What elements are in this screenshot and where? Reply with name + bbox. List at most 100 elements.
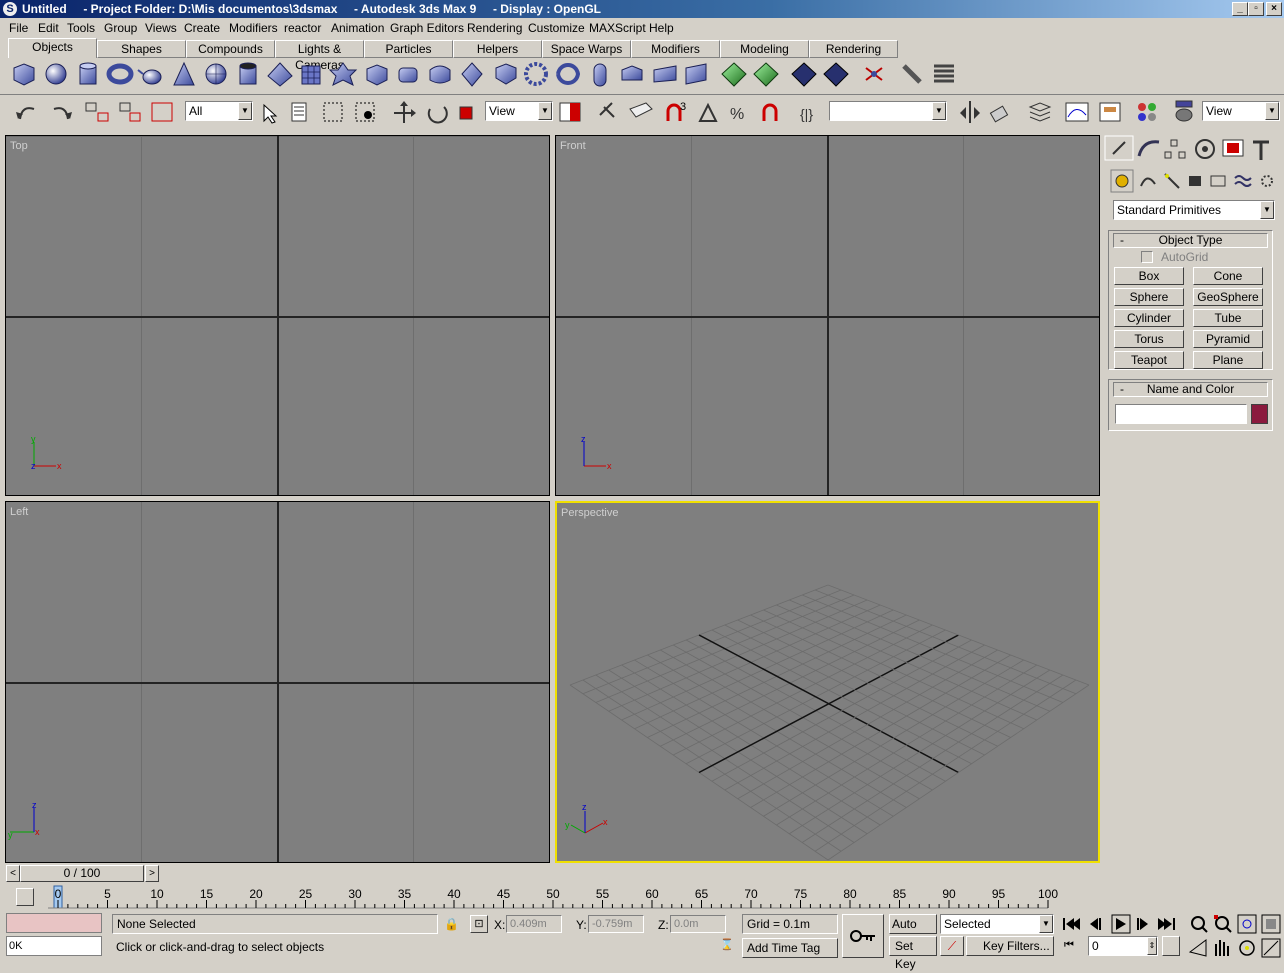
tab-objects[interactable]: Objects	[8, 38, 97, 58]
torus-icon[interactable]	[106, 63, 134, 85]
gear-icon[interactable]	[524, 62, 548, 86]
c-ext-icon[interactable]	[653, 65, 677, 83]
go-to-start-icon[interactable]	[1063, 918, 1080, 930]
add-time-tag-button[interactable]: Add Time Tag	[742, 938, 838, 958]
render-scene-icon[interactable]	[1175, 100, 1193, 122]
select-and-link-icon[interactable]	[85, 102, 109, 122]
select-manipulate-icon[interactable]	[599, 102, 615, 118]
space-warps-category-icon[interactable]	[1234, 175, 1252, 187]
teapot-icon[interactable]	[137, 69, 162, 85]
time-slider-handle[interactable]: 0 / 100	[20, 865, 144, 882]
torus-knot-icon[interactable]	[556, 63, 581, 85]
spring-icon[interactable]	[934, 64, 954, 83]
name-and-color-rollout-header[interactable]: - Name and Color	[1113, 382, 1268, 397]
tab-modifiers[interactable]: Modifiers	[631, 40, 720, 58]
undo-icon[interactable]	[16, 107, 35, 120]
key-mode-toggle-icon[interactable]: ⏮	[1064, 939, 1074, 952]
object-color-swatch[interactable]	[1251, 404, 1268, 424]
object-type-rollout-header[interactable]: - Object Type	[1113, 233, 1268, 248]
menu-edit[interactable]: Edit	[38, 21, 59, 35]
viewport-perspective[interactable]: Perspective x z y	[555, 501, 1100, 863]
motion-tab-icon[interactable]	[1195, 139, 1215, 159]
previous-frame-icon[interactable]	[1090, 918, 1101, 930]
next-frame-icon[interactable]	[1137, 918, 1148, 930]
tube-icon[interactable]	[239, 62, 257, 85]
angle-snap-icon[interactable]	[698, 102, 718, 122]
close-button[interactable]: ×	[1266, 2, 1282, 16]
time-configuration-icon[interactable]	[1162, 936, 1180, 956]
geosphere-button[interactable]: GeoSphere	[1193, 288, 1263, 306]
key-mode-dropdown[interactable]: Selected ▼	[940, 914, 1054, 934]
menu-graph-editors[interactable]: Graph Editors	[390, 21, 464, 35]
spinner-snap-icon[interactable]	[762, 103, 778, 121]
z-coordinate-input[interactable]: 0.0m	[670, 915, 726, 933]
dropdown-arrow-icon[interactable]: ▼	[1039, 915, 1053, 933]
modify-tab-icon[interactable]	[1137, 140, 1160, 157]
absolute-mode-transform-icon[interactable]: ⊡	[470, 915, 488, 933]
set-key-button[interactable]: Set Key	[889, 936, 937, 971]
tab-lights-cameras[interactable]: Lights & Cameras	[275, 40, 364, 72]
edit-named-selection-icon[interactable]: {|}	[800, 106, 813, 122]
tab-modeling[interactable]: Modeling	[720, 40, 809, 58]
bones-icon[interactable]	[865, 67, 883, 81]
viewport-label[interactable]: Top	[10, 140, 28, 152]
tab-shapes[interactable]: Shapes	[97, 40, 186, 58]
maxscript-mini-listener[interactable]: 0K	[6, 936, 102, 956]
maxscript-mini-listener-pink[interactable]	[6, 913, 102, 933]
auto-key-button[interactable]: Auto Key	[889, 914, 937, 949]
align-icon[interactable]	[989, 105, 1009, 123]
menu-modifiers[interactable]: Modifiers	[229, 21, 278, 35]
menu-rendering[interactable]: Rendering	[467, 21, 522, 35]
selection-filter-dropdown[interactable]: All ▼	[185, 101, 253, 121]
viewport-label[interactable]: Left	[10, 506, 28, 518]
redo-icon[interactable]	[53, 107, 72, 120]
cylinder-button[interactable]: Cylinder	[1114, 309, 1184, 327]
dropdown-arrow-icon[interactable]: ▼	[1265, 102, 1279, 120]
play-animation-icon[interactable]	[1111, 914, 1131, 934]
go-to-end-icon[interactable]	[1158, 918, 1175, 930]
spinner-arrows-icon[interactable]: ⇕	[1147, 937, 1157, 955]
tab-particles[interactable]: Particles	[364, 40, 453, 58]
menu-tools[interactable]: Tools	[67, 21, 95, 35]
minimize-button[interactable]: _	[1232, 2, 1248, 16]
shapes-category-icon[interactable]	[1140, 177, 1156, 187]
menu-customize[interactable]: Customize	[528, 21, 585, 35]
sphere-icon[interactable]	[45, 63, 67, 85]
menu-file[interactable]: File	[9, 21, 28, 35]
autogrid-checkbox[interactable]	[1141, 251, 1153, 263]
tab-rendering[interactable]: Rendering	[809, 40, 898, 58]
menu-maxscript[interactable]: MAXScript	[589, 21, 646, 35]
field-of-view-icon[interactable]	[1188, 939, 1207, 957]
plane-icon[interactable]	[301, 65, 321, 85]
l-ext-icon[interactable]	[621, 65, 643, 81]
time-tag-icon[interactable]: ⌛	[718, 938, 736, 956]
lights-category-icon[interactable]	[1164, 173, 1180, 189]
zoom-icon[interactable]	[1191, 916, 1208, 933]
tab-space-warps[interactable]: Space Warps	[542, 40, 631, 58]
x-coordinate-input[interactable]: 0.409m	[506, 915, 562, 933]
pan-icon[interactable]	[1215, 940, 1229, 956]
helpers-category-icon[interactable]	[1210, 175, 1226, 187]
menu-animation[interactable]: Animation	[331, 21, 384, 35]
track-ruler[interactable]: 0 5 10 15 20 25 30 35 40 45 50 55 60 65 70 75 80 85 90 95 10…	[48, 884, 1100, 910]
app-icon[interactable]: S	[3, 2, 17, 16]
menu-help[interactable]: Help	[649, 21, 674, 35]
curve-editor-icon[interactable]	[1065, 102, 1089, 122]
oiltank-icon[interactable]	[429, 65, 451, 84]
hedra-icon[interactable]	[328, 62, 358, 86]
mirror-icon[interactable]	[960, 101, 980, 123]
tape-icon[interactable]	[902, 64, 922, 84]
dropdown-arrow-icon[interactable]: ▼	[1260, 201, 1274, 219]
percent-snap-icon[interactable]: %	[730, 106, 744, 123]
tube-button[interactable]: Tube	[1193, 309, 1263, 327]
lock-selection-icon[interactable]: 🔒	[444, 917, 459, 931]
box-icon[interactable]	[13, 63, 35, 86]
editable-mesh-icon[interactable]	[753, 62, 779, 87]
capsule-icon[interactable]	[593, 63, 607, 87]
tab-helpers[interactable]: Helpers	[453, 40, 542, 58]
nurbs-icon[interactable]	[823, 62, 849, 87]
pyramid-icon[interactable]	[267, 62, 293, 87]
select-and-scale-icon[interactable]	[459, 106, 473, 120]
dropdown-arrow-icon[interactable]: ▼	[538, 102, 552, 120]
cone-button[interactable]: Cone	[1193, 267, 1263, 285]
